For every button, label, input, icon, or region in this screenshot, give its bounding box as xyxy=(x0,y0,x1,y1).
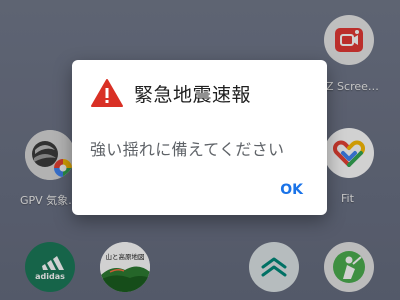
ok-button[interactable]: OK xyxy=(276,180,307,200)
dialog-title: 緊急地震速報 xyxy=(134,83,252,106)
earthquake-alert-dialog: 緊急地震速報 強い揺れに備えてください OK xyxy=(72,60,327,215)
warning-icon xyxy=(91,79,123,107)
dialog-title-row: 緊急地震速報 xyxy=(90,78,251,108)
dialog-message: 強い揺れに備えてください xyxy=(90,140,285,159)
